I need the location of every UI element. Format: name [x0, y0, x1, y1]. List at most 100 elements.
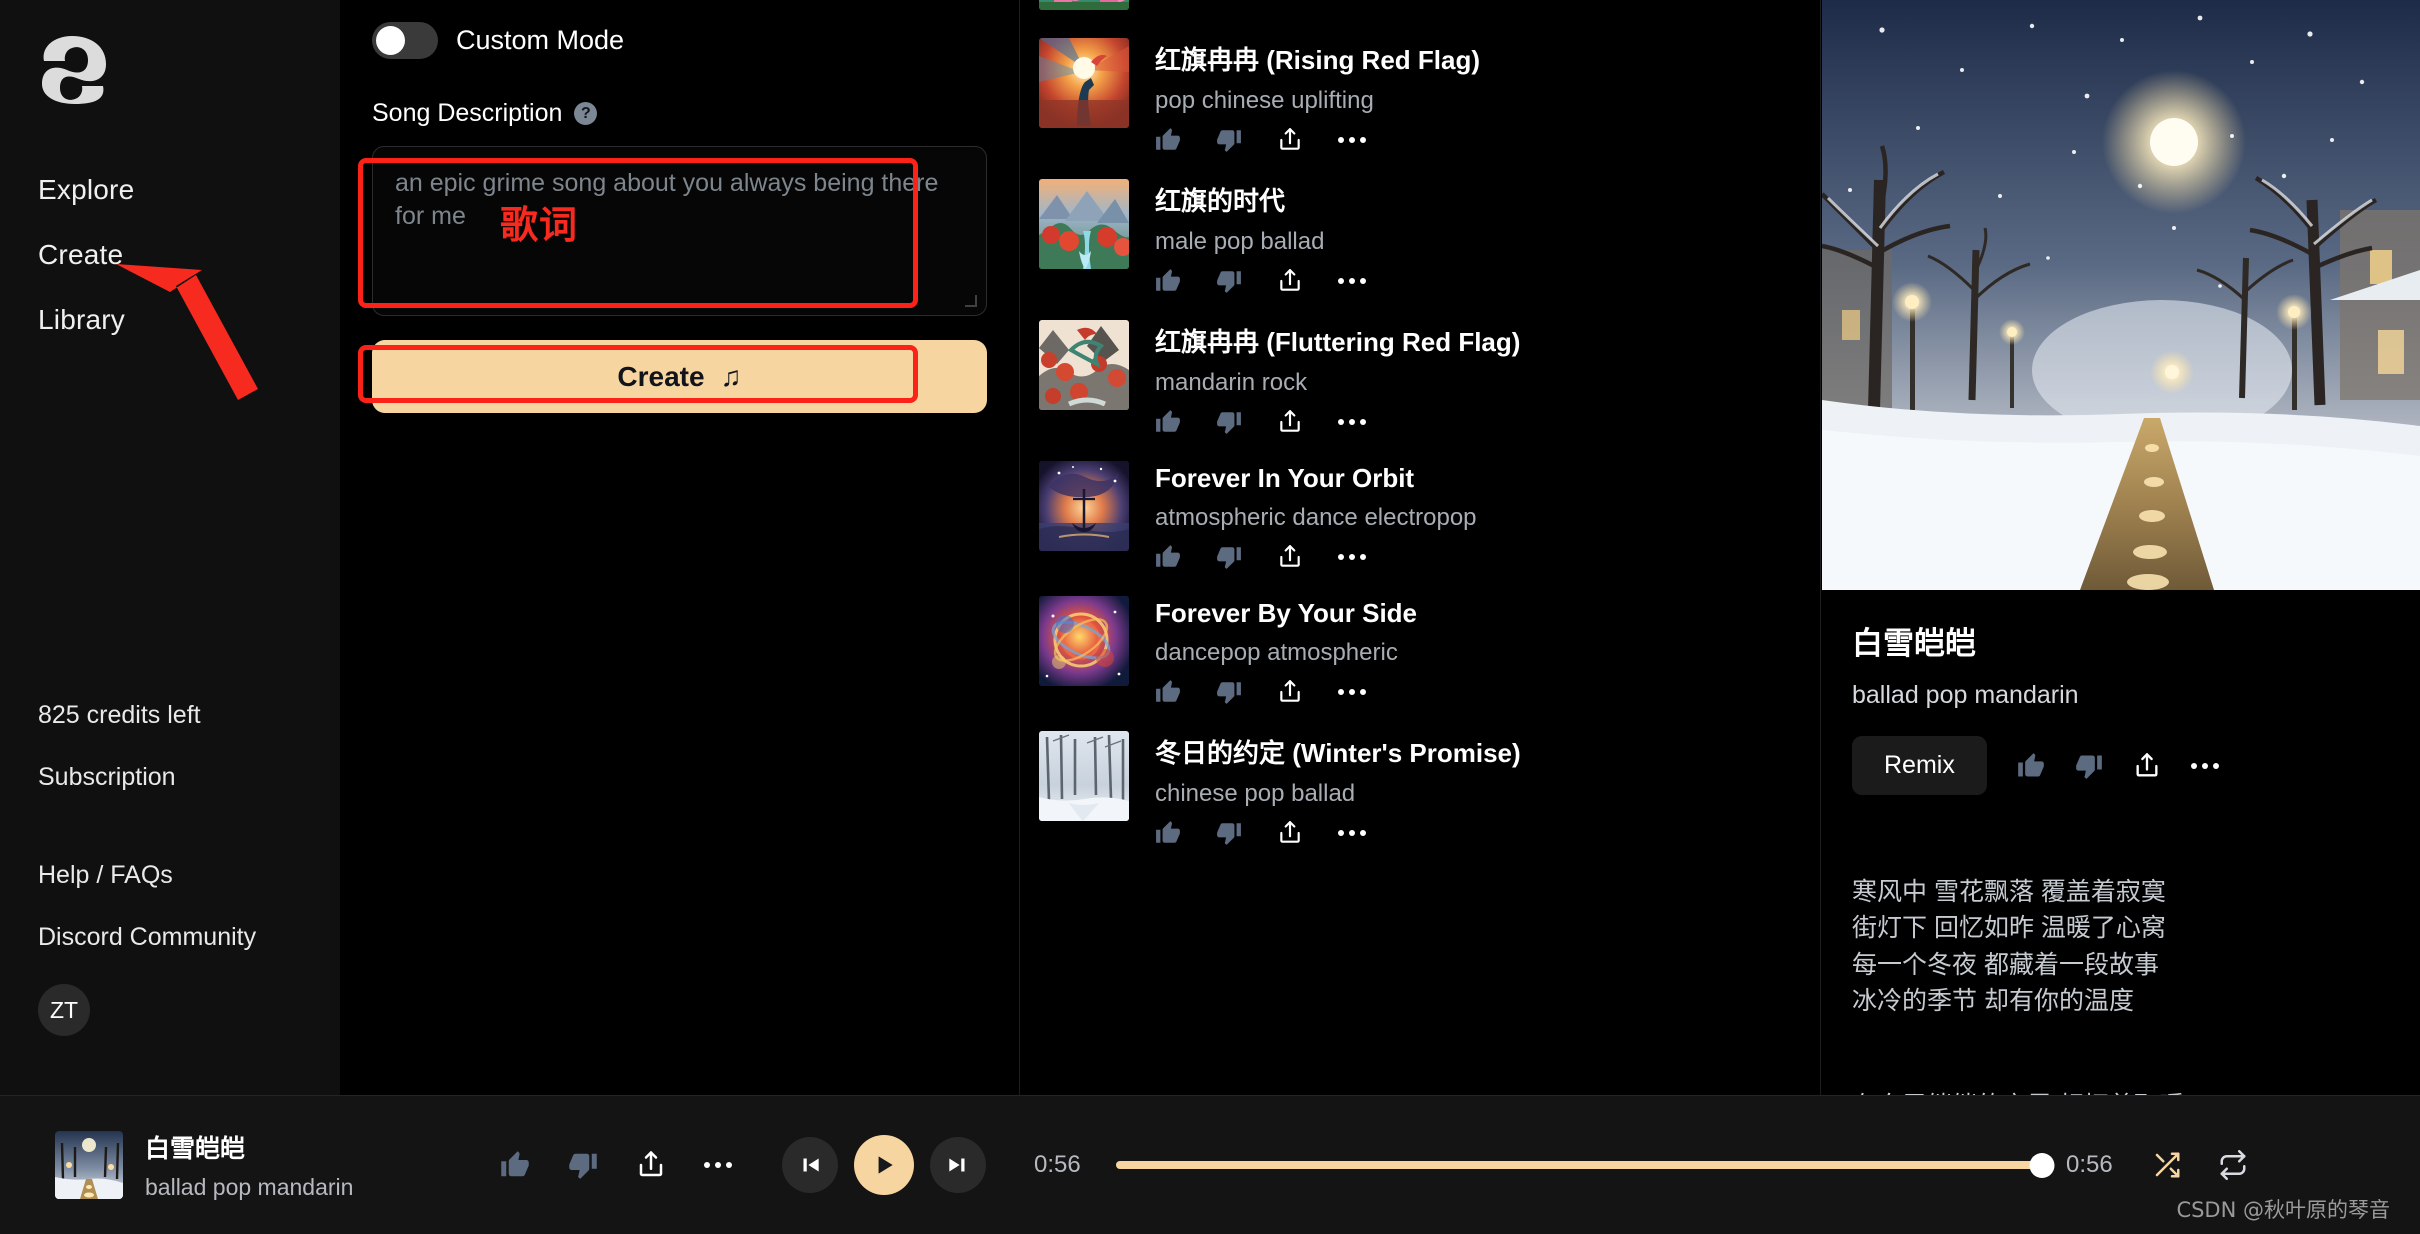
play-icon[interactable]	[854, 1135, 914, 1195]
watermark: CSDN @秋叶原的琴音	[2176, 1198, 2390, 1222]
lyrics-stanza-2: 在白雪皑皑的夜里 相拥着取暖	[1852, 1088, 2390, 1095]
remix-button[interactable]: Remix	[1852, 736, 1987, 795]
share-icon[interactable]	[1277, 679, 1303, 705]
toggle-knob	[376, 26, 405, 55]
avatar[interactable]: ZT	[38, 984, 90, 1036]
thumbs-down-icon[interactable]	[1216, 679, 1242, 705]
list-item[interactable]	[1021, 0, 1820, 10]
more-options-icon[interactable]	[1338, 409, 1366, 435]
song-thumbnail[interactable]	[1039, 0, 1129, 10]
more-options-icon[interactable]	[1338, 820, 1366, 846]
song-description-placeholder: an epic grime song about you always bein…	[395, 169, 939, 230]
song-thumbnail[interactable]	[1039, 731, 1129, 821]
song-actions	[1155, 679, 1820, 705]
thumbs-up-icon[interactable]	[1155, 127, 1181, 153]
list-item[interactable]: 冬日的约定 (Winter's Promise) chinese pop bal…	[1021, 731, 1820, 846]
current-time: 0:56	[1034, 1151, 1081, 1178]
detail-actions: Remix	[1852, 736, 2390, 795]
song-description-wrapper: an epic grime song about you always bein…	[372, 146, 987, 316]
suno-logo[interactable]	[34, 34, 114, 106]
share-icon[interactable]	[636, 1151, 666, 1178]
thumbs-down-icon[interactable]	[1216, 409, 1242, 435]
thumbs-down-icon[interactable]	[568, 1152, 598, 1179]
progress-knob[interactable]	[2029, 1153, 2055, 1178]
player-track-meta: 白雪皑皑 ballad pop mandarin	[145, 1129, 353, 1201]
song-meta: 冬日的约定 (Winter's Promise) chinese pop bal…	[1155, 731, 1820, 846]
textarea-resize-handle[interactable]	[966, 296, 978, 308]
thumbs-up-icon[interactable]	[1155, 679, 1181, 705]
song-tags: pop chinese uplifting	[1155, 87, 1374, 114]
thumbs-down-icon[interactable]	[2075, 753, 2103, 779]
share-icon[interactable]	[1277, 127, 1303, 153]
song-list-panel[interactable]: 红旗冉冉 (Rising Red Flag) pop chinese uplif…	[1021, 0, 1821, 1095]
player-right-controls	[2152, 1150, 2248, 1180]
sidebar-item-library[interactable]: Library	[38, 298, 298, 342]
share-icon[interactable]	[1277, 544, 1303, 570]
share-icon[interactable]	[1277, 820, 1303, 846]
more-options-icon[interactable]	[1338, 127, 1366, 153]
thumbs-up-icon[interactable]	[1155, 820, 1181, 846]
more-options-icon[interactable]	[2190, 753, 2219, 779]
thumbs-down-icon[interactable]	[1216, 268, 1242, 294]
detail-body: 白雪皑皑 ballad pop mandarin Remix 寒风中 雪花飘落 …	[1822, 590, 2420, 1095]
progress-fill	[1116, 1161, 2042, 1169]
list-item[interactable]: Forever By Your Side dancepop atmospheri…	[1021, 596, 1820, 705]
more-options-icon[interactable]	[1338, 679, 1366, 705]
song-thumbnail[interactable]	[1039, 38, 1129, 128]
help-faqs-link[interactable]: Help / FAQs	[38, 860, 328, 890]
share-icon[interactable]	[1277, 268, 1303, 294]
app-root: Explore Create Library 825 credits left …	[0, 0, 2420, 1234]
list-item[interactable]: 红旗冉冉 (Rising Red Flag) pop chinese uplif…	[1021, 38, 1820, 153]
create-button-label: Create	[617, 360, 705, 392]
song-detail-panel: 白雪皑皑 ballad pop mandarin Remix 寒风中 雪花飘落 …	[1822, 0, 2420, 1095]
repeat-icon[interactable]	[2218, 1150, 2248, 1180]
detail-song-title: 白雪皑皑	[1852, 626, 1976, 661]
credits-label: 825 credits left	[38, 701, 201, 729]
song-title[interactable]: 冬日的约定 (Winter's Promise)	[1155, 733, 1820, 770]
share-icon[interactable]	[2133, 752, 2161, 779]
thumbs-down-icon[interactable]	[1216, 820, 1242, 846]
custom-mode-row: Custom Mode	[372, 22, 987, 59]
song-title[interactable]: 红旗的时代	[1155, 181, 1820, 218]
song-title[interactable]: Forever By Your Side	[1155, 598, 1820, 629]
help-circle-icon[interactable]: ?	[574, 102, 598, 125]
list-item[interactable]: 红旗的时代 male pop ballad	[1021, 179, 1820, 294]
song-actions	[1155, 544, 1820, 570]
subscription-link[interactable]: Subscription	[38, 762, 328, 792]
song-thumbnail[interactable]	[1039, 596, 1129, 686]
thumbs-up-icon[interactable]	[1155, 544, 1181, 570]
discord-community-link[interactable]: Discord Community	[38, 922, 328, 952]
sidebar-item-create[interactable]: Create	[38, 233, 298, 277]
thumbs-up-icon[interactable]	[1155, 409, 1181, 435]
song-thumbnail[interactable]	[1039, 320, 1129, 410]
thumbs-down-icon[interactable]	[1216, 544, 1242, 570]
song-meta: Forever By Your Side dancepop atmospheri…	[1155, 596, 1820, 705]
skip-previous-icon[interactable]	[782, 1137, 838, 1193]
share-icon[interactable]	[1277, 409, 1303, 435]
progress-slider[interactable]	[1116, 1153, 2055, 1178]
thumbs-up-icon[interactable]	[2017, 752, 2045, 779]
list-item[interactable]: 红旗冉冉 (Fluttering Red Flag) mandarin rock	[1021, 320, 1820, 435]
song-description-input[interactable]: an epic grime song about you always bein…	[372, 146, 987, 316]
shuffle-icon[interactable]	[2152, 1152, 2182, 1178]
create-button[interactable]: Create ♫	[372, 340, 987, 413]
thumbs-down-icon[interactable]	[1216, 127, 1242, 153]
song-title[interactable]: 红旗冉冉 (Fluttering Red Flag)	[1155, 322, 1820, 359]
skip-next-icon[interactable]	[930, 1137, 986, 1193]
thumbs-up-icon[interactable]	[1155, 268, 1181, 294]
song-meta: 红旗的时代 male pop ballad	[1155, 179, 1820, 294]
more-options-icon[interactable]	[704, 1152, 732, 1178]
list-item[interactable]: Forever In Your Orbit atmospheric dance …	[1021, 461, 1820, 570]
more-options-icon[interactable]	[1338, 544, 1366, 570]
sidebar-item-explore[interactable]: Explore	[38, 168, 298, 212]
song-thumbnail[interactable]	[1039, 461, 1129, 551]
song-thumbnail[interactable]	[1039, 179, 1129, 269]
custom-mode-toggle[interactable]	[372, 22, 438, 59]
song-title[interactable]: Forever In Your Orbit	[1155, 463, 1820, 494]
thumbs-up-icon[interactable]	[500, 1151, 530, 1178]
song-meta: Forever In Your Orbit atmospheric dance …	[1155, 461, 1820, 570]
player-actions	[500, 1151, 732, 1179]
song-title[interactable]: 红旗冉冉 (Rising Red Flag)	[1155, 40, 1820, 77]
player-thumbnail[interactable]	[55, 1131, 123, 1199]
more-options-icon[interactable]	[1338, 268, 1366, 294]
